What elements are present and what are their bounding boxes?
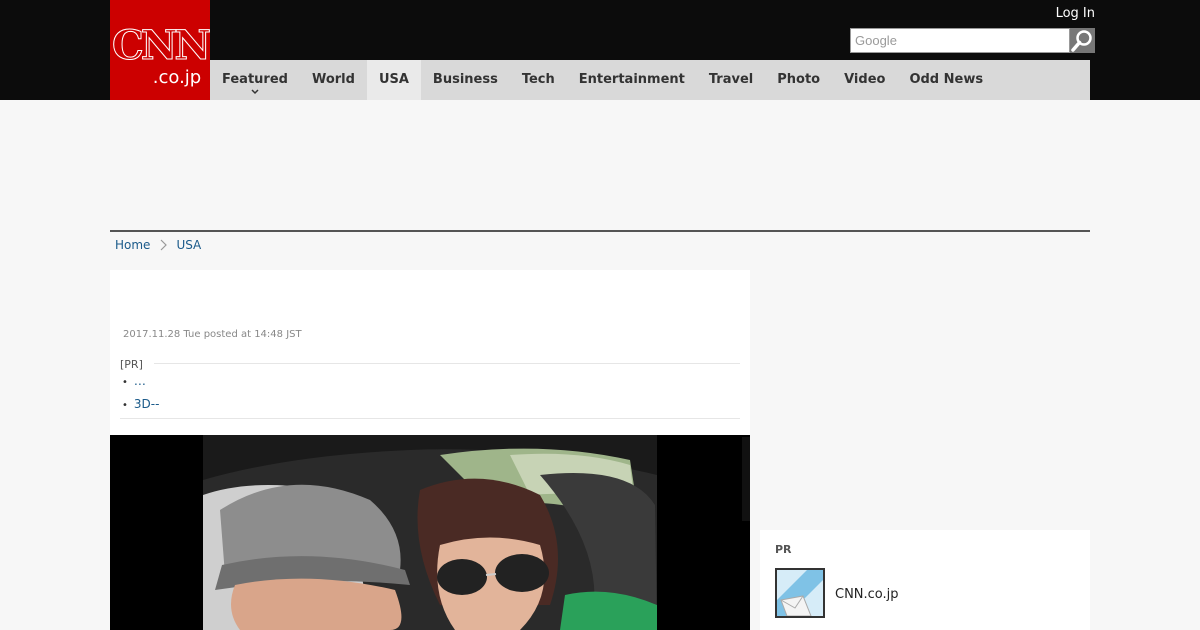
search-icon <box>1071 30 1092 52</box>
article-date: 2017.11.28 Tue posted at 14:48 JST <box>123 329 302 340</box>
pr-link-text: 3D-- <box>133 397 160 411</box>
ad-divider <box>110 230 1090 232</box>
login-link[interactable]: Log In <box>1056 6 1095 21</box>
nav-item-odd-news[interactable]: Odd News <box>897 60 995 100</box>
logo-sub-text: .co.jp <box>152 67 202 88</box>
pr-thumbnail[interactable] <box>775 568 825 618</box>
article-card: 2017.11.28 Tue posted at 14:48 JST [PR] … <box>110 270 750 630</box>
chevron-down-icon <box>251 89 259 95</box>
breadcrumb: Home USA <box>115 238 201 252</box>
mail-icon <box>777 570 823 616</box>
nav-item-photo[interactable]: Photo <box>765 60 832 100</box>
breadcrumb-usa[interactable]: USA <box>176 238 201 252</box>
search-input[interactable] <box>850 28 1070 53</box>
main-nav: Featured World USA Business Tech Enterta… <box>210 60 1090 100</box>
nav-item-business[interactable]: Business <box>421 60 510 100</box>
nav-item-usa[interactable]: USA <box>366 60 421 100</box>
pr-label: [PR] <box>120 358 143 371</box>
breadcrumb-home[interactable]: Home <box>115 238 150 252</box>
sidebar-pr-label: PR <box>775 543 792 556</box>
cnn-logo[interactable]: CNN .co.jp <box>110 0 212 100</box>
nav-item-tech[interactable]: Tech <box>510 60 567 100</box>
chevron-right-icon <box>161 239 168 251</box>
pr-bottom-divider <box>120 418 740 419</box>
nav-item-entertainment[interactable]: Entertainment <box>567 60 697 100</box>
nav-item-travel[interactable]: Travel <box>697 60 765 100</box>
car-selfie-image <box>110 435 750 630</box>
bullet-icon: • <box>122 400 128 411</box>
pr-link-item[interactable]: •… <box>122 374 146 388</box>
nav-item-video[interactable]: Video <box>832 60 897 100</box>
nav-label: Featured <box>222 72 288 87</box>
pr-divider <box>154 363 740 364</box>
nav-item-featured[interactable]: Featured <box>210 60 300 100</box>
pr-link-text: … <box>133 374 146 388</box>
sidebar-pr-box: PR CNN.co.jp <box>760 530 1090 630</box>
pr-item-name[interactable]: CNN.co.jp <box>835 587 899 602</box>
article-photo <box>110 435 750 630</box>
bullet-icon: • <box>122 377 128 388</box>
logo-main-text: CNN <box>112 22 212 69</box>
nav-item-world[interactable]: World <box>300 60 367 100</box>
search-button[interactable] <box>1070 28 1095 53</box>
pr-link-item[interactable]: • 3D-- <box>122 397 159 411</box>
